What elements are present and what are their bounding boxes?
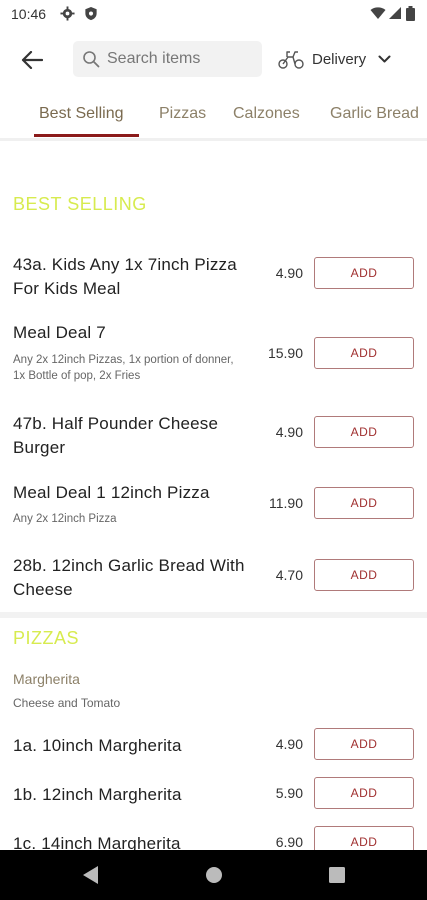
item-name[interactable]: 28b. 12inch Garlic Bread With Cheese — [13, 554, 253, 602]
delivery-mode-selector[interactable]: Delivery — [278, 42, 410, 76]
add-button[interactable]: ADD — [314, 777, 414, 809]
item-price: 15.90 — [267, 345, 303, 361]
section-title-best-selling: BEST SELLING — [13, 194, 147, 214]
back-button[interactable] — [14, 44, 50, 76]
circle-home-icon — [206, 867, 222, 883]
item-price: 5.90 — [275, 785, 303, 801]
nav-recents-button[interactable] — [326, 864, 348, 886]
item-name[interactable]: 1a. 10inch Margherita — [13, 734, 253, 758]
item-price: 6.90 — [275, 834, 303, 850]
item-name[interactable]: 47b. Half Pounder Cheese Burger — [13, 412, 253, 460]
battery-icon — [406, 6, 415, 26]
system-navigation-bar — [0, 850, 427, 900]
triangle-back-icon — [83, 866, 98, 884]
nav-home-button[interactable] — [203, 864, 225, 886]
add-button[interactable]: ADD — [314, 728, 414, 760]
subcategory-name: Margherita — [13, 671, 80, 687]
section-title-pizzas: PIZZAS — [13, 628, 80, 648]
search-box[interactable] — [73, 41, 262, 77]
add-button[interactable]: ADD — [314, 257, 414, 289]
item-description: Any 2x 12inch Pizza — [13, 513, 117, 525]
active-tab-indicator — [34, 134, 139, 137]
status-time: 10:46 — [11, 6, 47, 22]
search-input[interactable] — [107, 41, 257, 77]
nav-back-button[interactable] — [80, 864, 102, 886]
square-recents-icon — [329, 867, 345, 883]
section-divider — [0, 612, 427, 618]
item-description: Any 2x 12inch Pizzas, 1x portion of donn… — [13, 354, 234, 382]
subcategory-description: Cheese and Tomato — [13, 696, 121, 710]
cell-signal-icon — [389, 6, 402, 25]
item-price: 4.90 — [275, 265, 303, 281]
add-button[interactable]: ADD — [314, 487, 414, 519]
tab-garlic-bread[interactable]: Garlic Bread — [330, 105, 419, 123]
back-arrow-icon — [21, 51, 43, 69]
tab-best-selling[interactable]: Best Selling — [39, 105, 124, 123]
tab-pizzas[interactable]: Pizzas — [159, 105, 206, 123]
item-price: 4.90 — [275, 424, 303, 440]
item-name[interactable]: 1b. 12inch Margherita — [13, 783, 253, 807]
delivery-label: Delivery — [312, 50, 367, 68]
add-button[interactable]: ADD — [314, 559, 414, 591]
status-bar: 10:46 — [0, 0, 427, 28]
shield-icon — [84, 6, 98, 26]
category-tabs: Best Selling Pizzas Calzones Garlic Brea… — [0, 92, 427, 141]
item-name[interactable]: 43a. Kids Any 1x 7inch Pizza For Kids Me… — [13, 253, 253, 301]
wifi-icon — [370, 6, 386, 25]
item-name[interactable]: Meal Deal 1 12inch Pizza — [13, 481, 253, 505]
app-bar: Delivery — [0, 28, 427, 92]
item-name[interactable]: Meal Deal 7 — [13, 321, 253, 345]
chevron-down-icon — [378, 55, 391, 62]
add-button[interactable]: ADD — [314, 416, 414, 448]
tab-calzones[interactable]: Calzones — [233, 105, 300, 123]
item-price: 11.90 — [269, 495, 303, 511]
scooter-icon — [278, 51, 304, 69]
search-icon — [83, 51, 100, 68]
settings-gear-icon — [60, 6, 75, 26]
item-price: 4.90 — [275, 736, 303, 752]
item-price: 4.70 — [275, 567, 303, 583]
add-button[interactable]: ADD — [314, 337, 414, 369]
